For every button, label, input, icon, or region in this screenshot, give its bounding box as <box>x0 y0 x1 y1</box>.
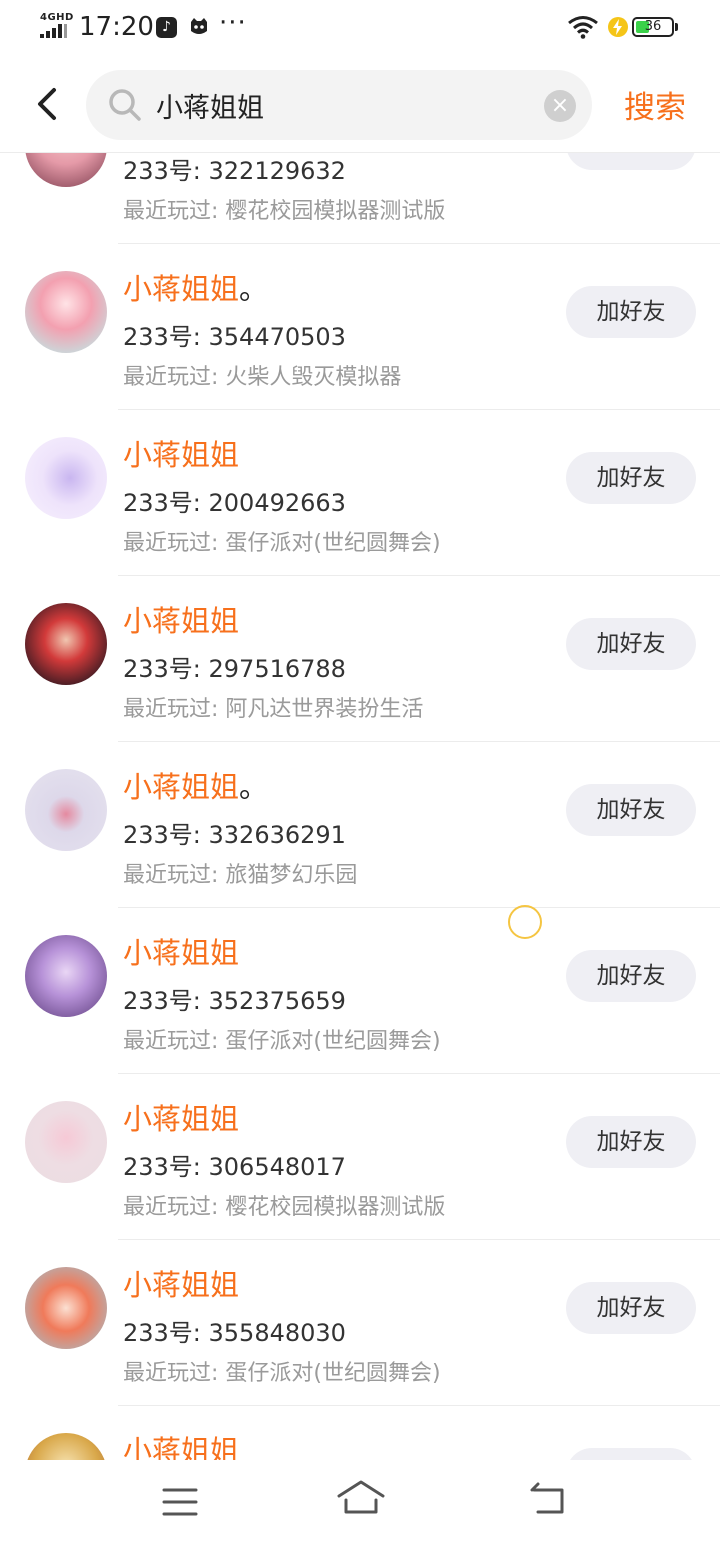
recently-played: 最近玩过: 火柴人毁灭模拟器 <box>123 365 402 390</box>
cat-app-icon <box>191 18 207 34</box>
list-item[interactable]: 小蒋姐姐。 233号: 332636291 最近玩过: 旅猫梦幻乐园 加好友 <box>0 742 720 908</box>
list-item[interactable]: 小蒋姐姐 233号: 355848030 最近玩过: 蛋仔派对(世纪圆舞会) 加… <box>0 1240 720 1406</box>
system-nav-bar <box>0 1460 720 1544</box>
user-id: 233号: 200492663 <box>123 489 346 517</box>
avatar[interactable] <box>25 769 107 851</box>
network-type: 4GHD <box>40 12 74 23</box>
battery-icon: 36 <box>632 17 674 37</box>
avatar[interactable] <box>25 1433 107 1460</box>
recently-played: 最近玩过: 樱花校园模拟器测试版 <box>123 1195 446 1220</box>
avatar[interactable] <box>25 1101 107 1183</box>
user-name: 小蒋姐姐 <box>123 936 240 970</box>
battery-tip <box>675 23 678 31</box>
user-id: 233号: 355848030 <box>123 1319 346 1347</box>
avatar[interactable] <box>25 271 107 353</box>
list-item[interactable]: 小蒋姐姐 233号: 352375659 最近玩过: 蛋仔派对(世纪圆舞会) 加… <box>0 908 720 1074</box>
search-box[interactable]: × <box>86 70 592 140</box>
recently-played: 最近玩过: 蛋仔派对(世纪圆舞会) <box>123 1029 441 1054</box>
add-friend-button[interactable]: 加好友 <box>566 1116 696 1168</box>
add-friend-button[interactable]: 加好友 <box>566 784 696 836</box>
list-item[interactable]: 小蒋姐姐 233号: 297516788 最近玩过: 阿凡达世界装扮生活 加好友 <box>0 576 720 742</box>
search-button[interactable]: 搜索 <box>624 82 686 127</box>
add-friend-button[interactable]: 加好友 <box>566 950 696 1002</box>
user-id: 233号: 322129632 <box>123 157 346 185</box>
add-friend-button[interactable] <box>566 1448 696 1460</box>
more-notifications-icon: ··· <box>219 8 247 38</box>
search-results-list[interactable]: 233号: 322129632 最近玩过: 樱花校园模拟器测试版 小蒋姐姐。 2… <box>0 0 720 1460</box>
user-name: 小蒋姐姐。 <box>123 272 269 306</box>
recently-played: 最近玩过: 旅猫梦幻乐园 <box>123 863 358 888</box>
list-item[interactable]: 小蒋姐姐 <box>0 1406 720 1460</box>
avatar[interactable] <box>25 1267 107 1349</box>
home-icon[interactable] <box>336 1478 386 1518</box>
clear-icon[interactable]: × <box>544 90 576 122</box>
user-name: 小蒋姐姐。 <box>123 770 269 804</box>
touch-indicator <box>508 905 542 939</box>
user-name: 小蒋姐姐 <box>123 1434 240 1460</box>
tiktok-icon: ♪ <box>156 17 177 38</box>
add-friend-button[interactable]: 加好友 <box>566 452 696 504</box>
user-name: 小蒋姐姐 <box>123 604 240 638</box>
search-input[interactable] <box>156 78 556 132</box>
search-header: × 搜索 <box>0 60 720 153</box>
user-name: 小蒋姐姐 <box>123 1102 240 1136</box>
recently-played: 最近玩过: 樱花校园模拟器测试版 <box>123 199 446 224</box>
avatar[interactable] <box>25 437 107 519</box>
signal-icon <box>40 24 68 38</box>
menu-icon[interactable] <box>160 1482 200 1522</box>
user-id: 233号: 306548017 <box>123 1153 346 1181</box>
search-icon <box>109 89 141 121</box>
user-id: 233号: 332636291 <box>123 821 346 849</box>
recently-played: 最近玩过: 蛋仔派对(世纪圆舞会) <box>123 1361 441 1386</box>
list-item[interactable]: 小蒋姐姐。 233号: 354470503 最近玩过: 火柴人毁灭模拟器 加好友 <box>0 244 720 410</box>
user-id: 233号: 354470503 <box>123 323 346 351</box>
charging-icon <box>608 17 628 37</box>
list-item[interactable]: 小蒋姐姐 233号: 306548017 最近玩过: 樱花校园模拟器测试版 加好… <box>0 1074 720 1240</box>
wifi-icon <box>568 16 598 39</box>
status-bar: 4GHD 17:20 ♪ ··· 36 <box>0 0 720 58</box>
add-friend-button[interactable]: 加好友 <box>566 618 696 670</box>
user-name: 小蒋姐姐 <box>123 438 240 472</box>
clock: 17:20 <box>79 12 154 42</box>
recently-played: 最近玩过: 阿凡达世界装扮生活 <box>123 697 424 722</box>
back-icon[interactable] <box>528 1480 570 1520</box>
add-friend-button[interactable]: 加好友 <box>566 1282 696 1334</box>
avatar[interactable] <box>25 935 107 1017</box>
user-id: 233号: 297516788 <box>123 655 346 683</box>
add-friend-button[interactable]: 加好友 <box>566 286 696 338</box>
list-item[interactable]: 小蒋姐姐 233号: 200492663 最近玩过: 蛋仔派对(世纪圆舞会) 加… <box>0 410 720 576</box>
avatar[interactable] <box>25 603 107 685</box>
battery-level: 36 <box>644 19 662 34</box>
back-arrow-icon[interactable] <box>28 80 68 128</box>
user-id: 233号: 352375659 <box>123 987 346 1015</box>
user-name: 小蒋姐姐 <box>123 1268 240 1302</box>
recently-played: 最近玩过: 蛋仔派对(世纪圆舞会) <box>123 531 441 556</box>
